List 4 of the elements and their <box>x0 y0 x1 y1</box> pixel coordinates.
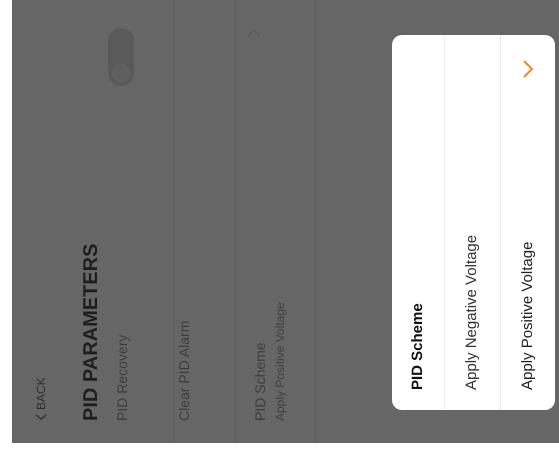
option-item[interactable]: Apply Positive Voltage <box>500 35 555 410</box>
dialog-title: PID Scheme <box>392 35 445 410</box>
page-title: PID PARAMETERS <box>79 242 103 421</box>
option-item[interactable]: Apply Negative Voltage <box>445 35 500 410</box>
